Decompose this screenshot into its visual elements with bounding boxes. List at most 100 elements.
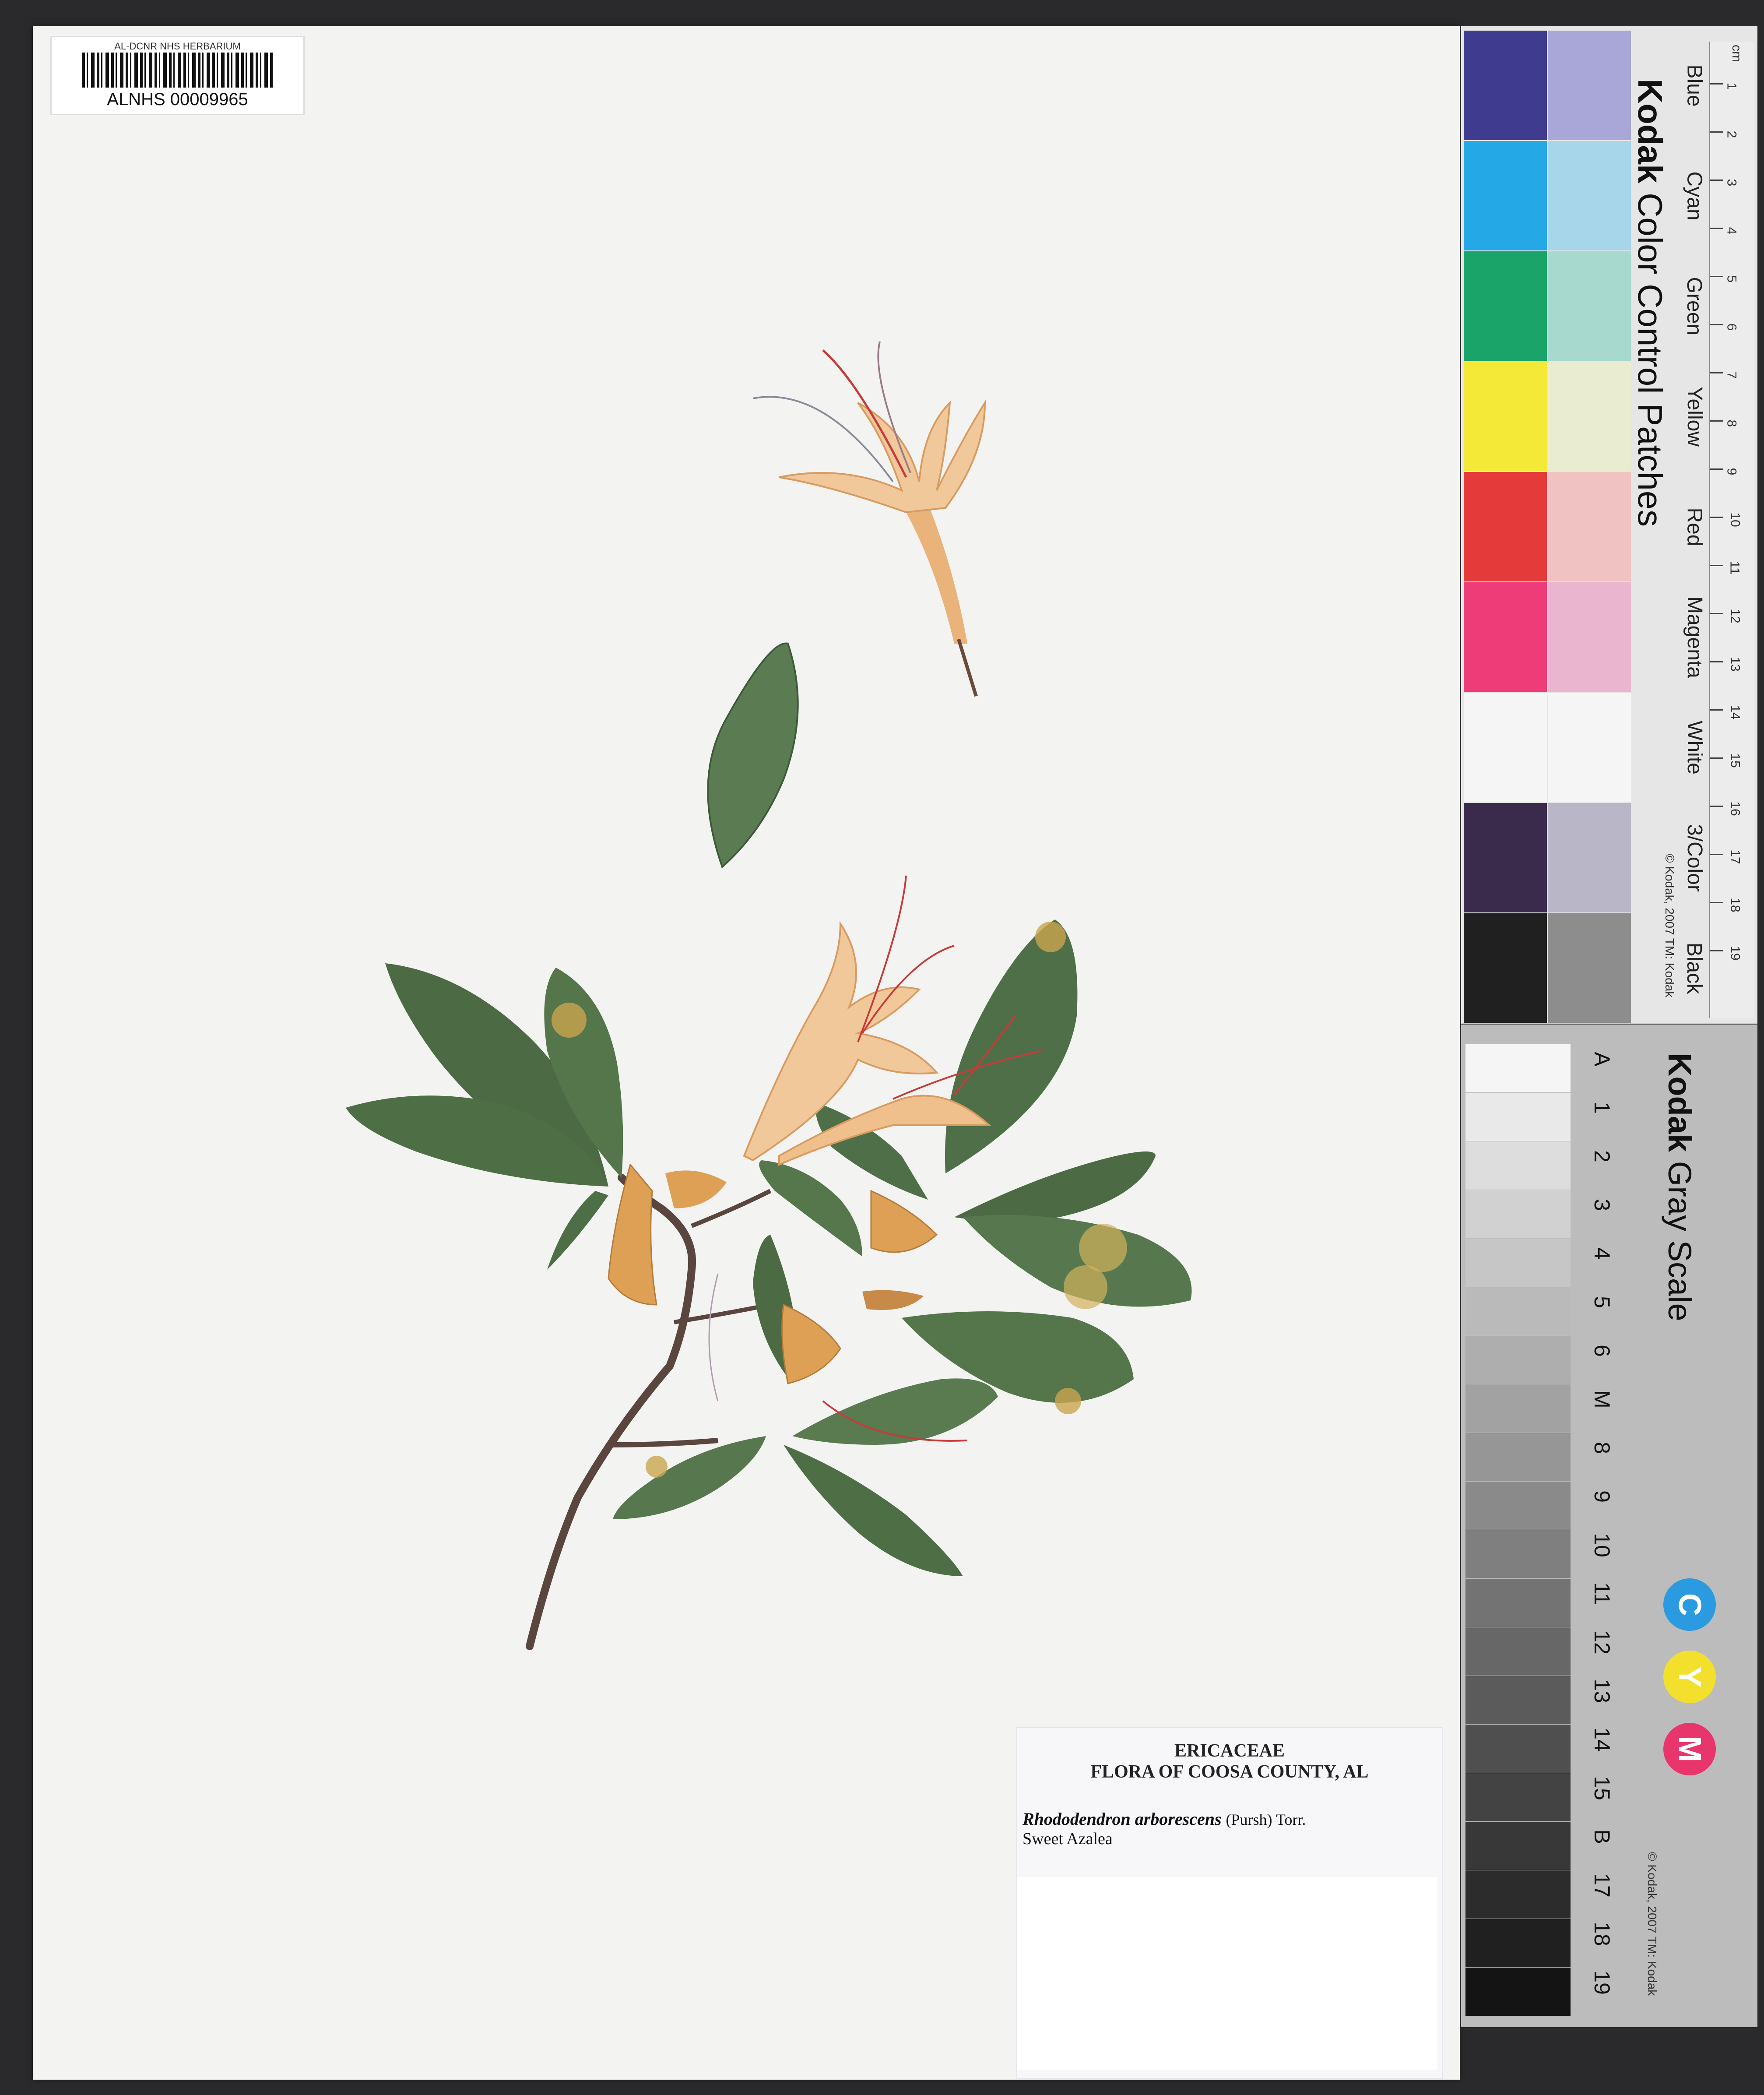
plant-specimen [346,341,1192,1650]
gray-scale-label: 12 [1590,1630,1614,1655]
ruler-number: 6 [1724,323,1739,331]
label-blank-area [1017,1877,1437,2070]
ruler-tick [1710,854,1723,855]
ruler-number: 1 [1724,82,1739,90]
color-patch-dark [1464,141,1547,250]
leaf [784,1445,963,1576]
color-patch-dark [1464,913,1547,1023]
gray-scale-label: 9 [1590,1490,1614,1503]
ruler-tick [1710,950,1723,951]
gray-step [1465,1676,1571,1724]
color-patch-dark [1464,362,1547,471]
ruler-number: 10 [1728,512,1743,527]
ruler-tick [1710,613,1723,614]
color-patch-light [1548,913,1631,1023]
color-patch-light [1548,141,1631,250]
ruler-tick [1710,709,1723,711]
ruler-tick [1710,661,1723,662]
gray-scale-label: B [1590,1829,1614,1844]
gray-step [1465,1482,1571,1530]
ruler-tick [1710,228,1723,229]
label-taxon: Rhododendron arborescens (Pursh) Torr. [1023,1809,1442,1829]
ruler-number: 5 [1724,275,1739,283]
gray-scale-label: 3 [1590,1199,1614,1211]
ruler-number: 13 [1728,657,1743,672]
gray-scale-label: 6 [1590,1345,1614,1357]
gray-scale-label: 18 [1590,1922,1614,1946]
ruler-number: 7 [1724,371,1739,379]
gray-step [1465,1773,1571,1821]
ruler-number: 9 [1724,468,1739,475]
ruler-tick [1710,517,1723,518]
color-patch-dark [1464,803,1547,912]
gray-step [1465,1627,1571,1676]
ruler-tick [1710,131,1723,133]
leaf [759,1160,862,1257]
gray-step [1465,1336,1571,1384]
gray-step [1465,1579,1571,1627]
label-authority: (Pursh) Torr. [1226,1811,1306,1828]
ruler: cm 1 2 3 4 5 6 7 8 9 10 11 12 13 14 15 16 17 18 19 [1709,42,1754,1018]
ruler-number: 14 [1728,705,1743,720]
ruler-number: 17 [1728,849,1743,864]
gray-step [1465,1870,1571,1919]
ruler-number: 3 [1724,179,1739,187]
leaf [547,1191,608,1270]
ruler-number: 16 [1728,801,1743,816]
ruler-tick [1710,83,1723,85]
gray-scale-label: M [1590,1390,1614,1408]
ruler-tick [1710,420,1723,422]
leaf [945,919,1078,1173]
label-flora: FLORA OF COOSA COUNTY, AL [1090,1762,1369,1782]
gray-scale-label: 17 [1590,1873,1614,1898]
ruler-tick [1710,276,1723,277]
ruler-number: 12 [1728,609,1743,623]
ruler-tick [1710,468,1723,470]
specimen-label: ERICACEAE FLORA OF COOSA COUNTY, AL Rhod… [1016,1727,1443,2079]
color-patch-light [1548,31,1631,140]
ruler-number: 8 [1724,419,1739,427]
gray-scale-label: 11 [1590,1582,1614,1605]
leaf [954,1151,1156,1222]
gray-step [1465,1093,1571,1141]
ruler-number: 4 [1724,227,1739,235]
ruler-tick [1710,757,1723,759]
leaf [613,1436,766,1519]
gray-step [1465,1287,1571,1335]
color-patch-light [1548,693,1631,802]
gray-step [1465,1822,1571,1870]
gray-scale-label: 4 [1590,1247,1614,1260]
ruler-number: 2 [1724,130,1739,138]
gray-scale-label: 5 [1590,1296,1614,1308]
gray-scale-label: 2 [1590,1150,1614,1162]
gray-step [1465,1530,1571,1578]
color-patch-dark [1464,251,1547,361]
gray-step [1465,1919,1571,1967]
color-patch-dark [1464,582,1547,692]
gray-step [1465,1968,1571,2016]
gray-scale-label: 8 [1590,1442,1614,1454]
gray-step [1465,1190,1571,1238]
color-card-copyright: © Kodak, 2007 TM: Kodak [1663,854,1676,998]
gray-scale-label: 19 [1590,1970,1614,1995]
leaf [707,642,799,869]
gray-scale-label: 10 [1590,1533,1614,1557]
gray-step [1465,1725,1571,1773]
color-patch-light [1548,362,1631,471]
gray-scale-label: 1 [1590,1102,1614,1114]
gray-scale-label: A [1590,1052,1614,1067]
color-card-title: Kodak Color Control Patches [1631,79,1669,527]
color-patch-light [1548,582,1631,692]
ruler-number: 15 [1728,753,1743,768]
ruler-tick [1710,902,1723,903]
color-patch-dark [1464,472,1547,581]
ruler-number: 18 [1728,898,1743,912]
ruler-tick [1710,372,1723,373]
ruler-tick [1710,806,1723,807]
gray-step [1465,1384,1571,1433]
ruler-tick [1710,565,1723,566]
label-family: ERICACEAE [1174,1741,1285,1761]
gray-step [1465,1044,1571,1092]
color-patch-dark [1464,693,1547,802]
gray-step [1465,1239,1571,1287]
